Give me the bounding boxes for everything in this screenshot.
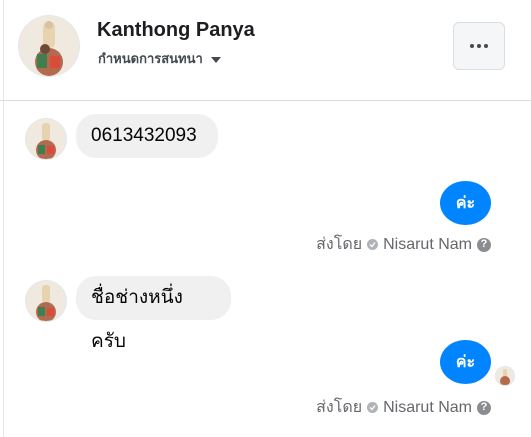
- sent-by-info: ส่งโดย Nisarut Nam ?: [316, 395, 491, 420]
- more-options-icon: [469, 44, 490, 48]
- customize-chat-label: กำหนดการสนทนา: [98, 51, 203, 66]
- chevron-down-icon: [210, 56, 221, 63]
- check-icon: [367, 402, 379, 413]
- outgoing-message-bubble[interactable]: ค่ะ: [440, 181, 491, 225]
- check-icon: [367, 239, 379, 250]
- contact-avatar-small[interactable]: [26, 281, 66, 321]
- help-icon[interactable]: ?: [477, 237, 491, 252]
- incoming-message-bubble[interactable]: 0613432093: [76, 114, 218, 158]
- contact-avatar-small[interactable]: [26, 119, 66, 159]
- sent-by-prefix: ส่งโดย: [316, 399, 363, 416]
- customize-chat-dropdown[interactable]: กำหนดการสนทนา: [98, 48, 221, 69]
- sent-by-info: ส่งโดย Nisarut Nam ?: [316, 232, 491, 257]
- conversation-header: Kanthong Panya กำหนดการสนทนา: [0, 0, 531, 101]
- contact-avatar[interactable]: [19, 16, 79, 76]
- contact-name[interactable]: Kanthong Panya: [97, 19, 255, 42]
- seen-avatar: [496, 367, 514, 385]
- incoming-message-bubble[interactable]: ชื่อช่างหนึ่งครับ: [76, 276, 231, 352]
- help-icon[interactable]: ?: [477, 400, 491, 415]
- outgoing-message-bubble[interactable]: ค่ะ: [440, 340, 491, 384]
- sender-name[interactable]: Nisarut Nam: [383, 236, 472, 254]
- sent-by-prefix: ส่งโดย: [316, 236, 363, 253]
- sender-name[interactable]: Nisarut Nam: [383, 399, 472, 417]
- more-options-button[interactable]: [453, 22, 505, 70]
